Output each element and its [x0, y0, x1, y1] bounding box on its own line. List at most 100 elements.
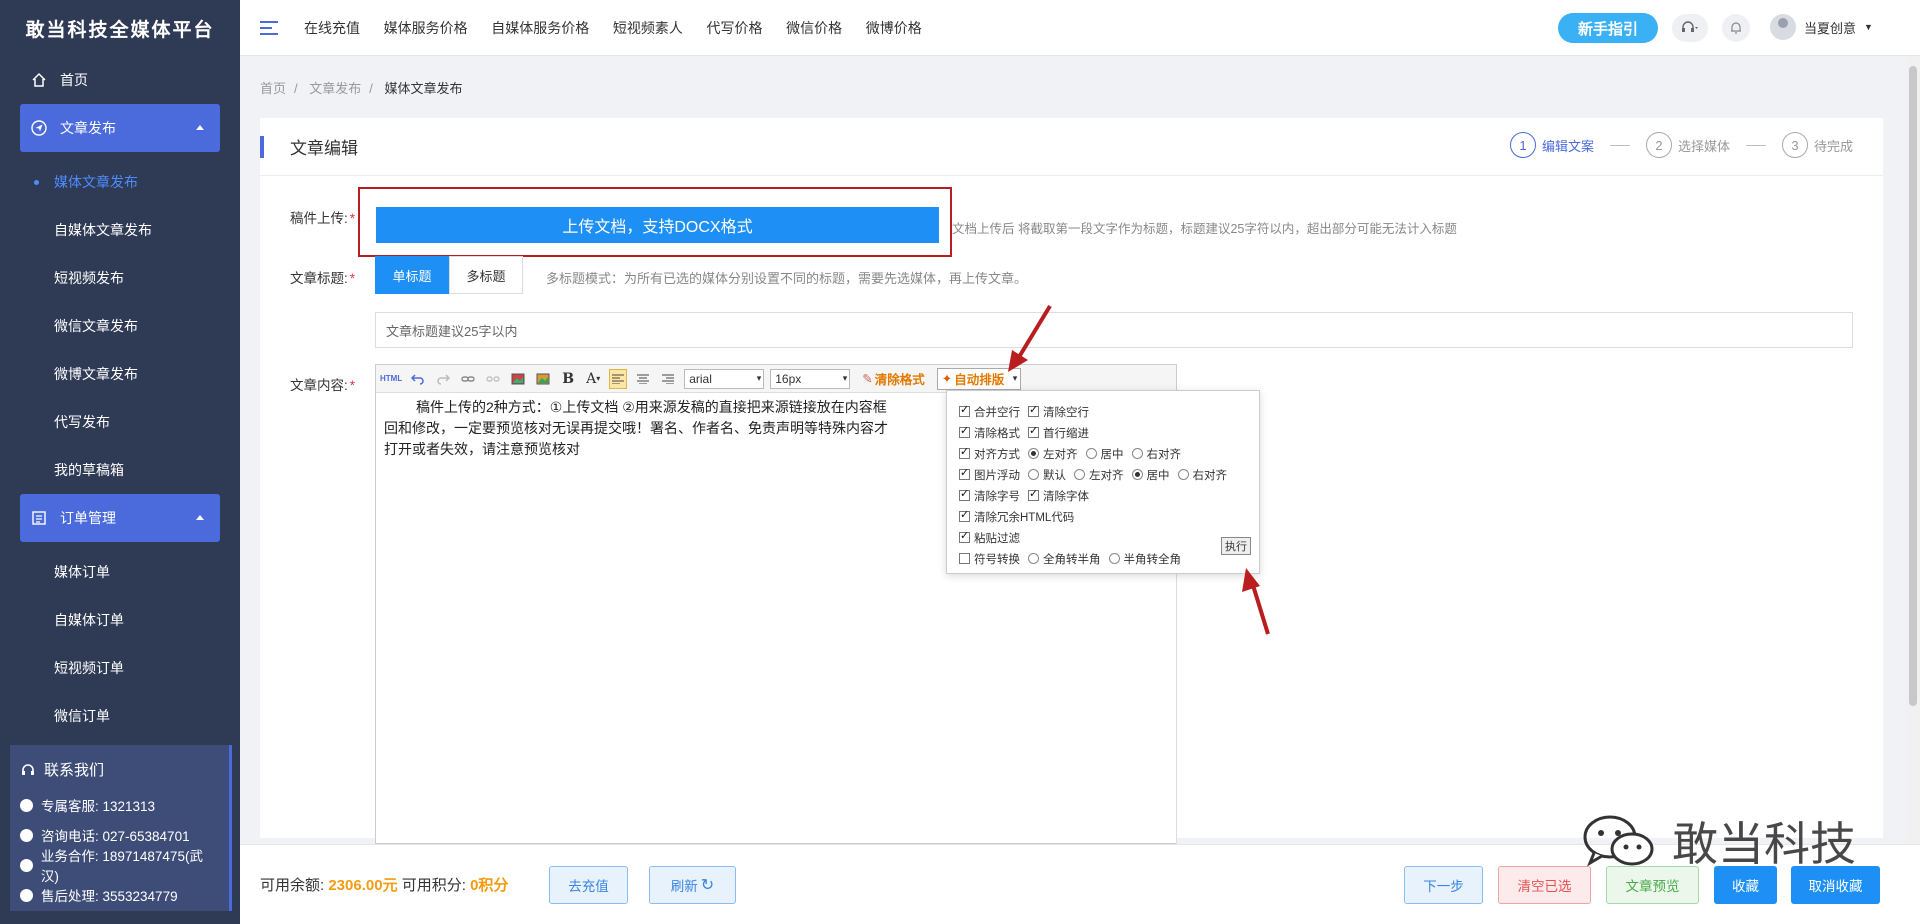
sidebar-item-label: 首页	[60, 72, 88, 88]
guide-button[interactable]: 新手指引	[1558, 13, 1658, 43]
symbol-convert-checkbox[interactable]	[959, 553, 970, 564]
nav-weibo-price[interactable]: 微博价格	[866, 20, 922, 36]
annotation-arrow-down	[1008, 304, 1052, 372]
clear-size-checkbox[interactable]	[959, 487, 970, 501]
sidebar-item-media-article[interactable]: 媒体文章发布	[0, 158, 240, 206]
align-right-radio[interactable]	[1131, 448, 1143, 459]
step-2: 2 选择媒体	[1645, 132, 1730, 158]
img-left-radio[interactable]	[1074, 469, 1085, 480]
sidebar-item-media-orders[interactable]: 媒体订单	[0, 548, 240, 596]
annotation-arrow-up	[1242, 568, 1270, 635]
magic-wand-icon: ✦	[941, 372, 953, 386]
sidebar-group-label: 订单管理	[60, 510, 116, 526]
align-right-icon[interactable]	[659, 369, 677, 389]
execute-button[interactable]: 执行	[1221, 537, 1251, 555]
title-mode-switch: 单标题 多标题	[375, 256, 523, 294]
points-amount: 0积分	[470, 877, 509, 894]
user-menu[interactable]: 当夏创意 ▼	[1770, 14, 1873, 40]
unlink-icon[interactable]	[484, 369, 502, 389]
nav-ghostwrite-price[interactable]: 代写价格	[707, 20, 763, 36]
contact-panel: 联系我们 专属客服: 1321313 咨询电话: 027-65384701 业务…	[10, 745, 232, 911]
upload-docx-button[interactable]: 上传文档，支持DOCX格式	[376, 207, 939, 243]
font-color-button[interactable]: A ▾	[584, 369, 602, 389]
wechat-logo-icon	[1582, 813, 1656, 869]
step-indicator: 1 编辑文案 2 选择媒体 3 待完成	[1509, 132, 1853, 158]
title-label: 文章标题: *	[290, 271, 356, 286]
clear-blank-checkbox[interactable]	[1028, 403, 1039, 417]
send-icon	[30, 119, 48, 137]
img-default-radio[interactable]	[1028, 469, 1039, 480]
title-input[interactable]: 文章标题建议25字以内	[375, 312, 1853, 348]
bold-button[interactable]: B	[559, 369, 577, 389]
sidebar-group-orders[interactable]: 订单管理	[20, 494, 220, 542]
page-scrollbar[interactable]	[1906, 56, 1920, 844]
breadcrumb-home[interactable]: 首页	[260, 81, 286, 96]
nav-short-video[interactable]: 短视频素人	[613, 20, 683, 36]
handshake-icon	[20, 858, 33, 872]
align-left-icon[interactable]	[609, 368, 628, 389]
support-icon[interactable]	[1672, 14, 1708, 42]
half-to-full-radio[interactable]	[1108, 553, 1120, 564]
clear-selected-button[interactable]: 清空已选	[1498, 866, 1591, 904]
sidebar-item-drafts[interactable]: 我的草稿箱	[0, 446, 240, 494]
chevron-down-icon: ▼	[1864, 22, 1873, 32]
nav-media-price[interactable]: 媒体服务价格	[384, 20, 468, 36]
sidebar: 敢当科技全媒体平台 首页 文章发布 媒体文章发布 自媒体文章发布 短视频发布 微…	[0, 0, 240, 924]
refresh-button[interactable]: 刷新 ↻	[649, 866, 736, 904]
card-header: 文章编辑 1 编辑文案 2 选择媒体 3 待完成	[260, 118, 1883, 176]
paste-filter-checkbox[interactable]	[959, 529, 970, 543]
eraser-icon: ✎	[862, 372, 873, 386]
undo-icon[interactable]	[409, 369, 427, 389]
sidebar-group-article[interactable]: 文章发布	[20, 104, 220, 152]
contact-row: 业务合作: 18971487475(武汉)	[20, 849, 219, 884]
nav-wechat-price[interactable]: 微信价格	[786, 20, 842, 36]
nav-self-media-price[interactable]: 自媒体服务价格	[491, 20, 589, 36]
sidebar-item-ghostwrite[interactable]: 代写发布	[0, 398, 240, 446]
order-list-icon	[30, 509, 48, 527]
img-right-radio[interactable]	[1177, 469, 1189, 480]
next-step-button[interactable]: 下一步	[1404, 866, 1483, 904]
sidebar-item-weibo-article[interactable]: 微博文章发布	[0, 350, 240, 398]
caret-up-icon	[196, 515, 204, 520]
home-icon	[30, 71, 48, 89]
sidebar-item-short-video-orders[interactable]: 短视频订单	[0, 644, 240, 692]
multi-image-icon[interactable]	[534, 369, 552, 389]
clear-font-checkbox[interactable]	[1028, 487, 1039, 501]
font-family-select[interactable]: arial	[684, 368, 765, 389]
redo-icon[interactable]	[434, 369, 452, 389]
sidebar-item-short-video[interactable]: 短视频发布	[0, 254, 240, 302]
img-float-checkbox[interactable]	[959, 466, 970, 480]
nav-recharge[interactable]: 在线充值	[304, 20, 360, 36]
multi-title-button[interactable]: 多标题	[449, 256, 523, 294]
align-center-icon[interactable]	[634, 369, 652, 389]
clear-html-checkbox[interactable]	[959, 508, 970, 522]
page-title: 文章编辑	[290, 139, 358, 158]
align-center-radio[interactable]	[1085, 448, 1097, 459]
breadcrumb-article[interactable]: 文章发布	[309, 81, 361, 96]
link-icon[interactable]	[459, 369, 477, 389]
merge-blank-checkbox[interactable]	[959, 403, 970, 417]
html-source-button[interactable]: HTML	[380, 369, 402, 389]
clear-format-button[interactable]: ✎ 清除格式	[862, 369, 925, 388]
bell-icon[interactable]	[1722, 14, 1750, 42]
align-left-radio[interactable]	[1028, 448, 1039, 459]
phone-icon	[20, 828, 33, 842]
recharge-button[interactable]: 去充值	[549, 866, 628, 904]
sidebar-item-wechat-orders[interactable]: 微信订单	[0, 692, 240, 740]
sidebar-item-home[interactable]: 首页	[0, 56, 240, 104]
menu-toggle-icon[interactable]	[260, 20, 278, 35]
single-title-button[interactable]: 单标题	[375, 256, 449, 294]
full-to-half-radio[interactable]	[1028, 553, 1039, 564]
sidebar-item-wechat-article[interactable]: 微信文章发布	[0, 302, 240, 350]
sidebar-item-self-media-orders[interactable]: 自媒体订单	[0, 596, 240, 644]
image-icon[interactable]	[509, 369, 527, 389]
align-mode-checkbox[interactable]	[959, 445, 970, 459]
service-icon	[20, 888, 33, 902]
indent-checkbox[interactable]	[1028, 424, 1039, 438]
clear-style-checkbox[interactable]	[959, 424, 970, 438]
top-header: 在线充值 媒体服务价格 自媒体服务价格 短视频素人 代写价格 微信价格 微博价格…	[240, 0, 1920, 56]
font-size-select[interactable]: 16px	[770, 368, 851, 389]
upload-label: 稿件上传: *	[290, 211, 356, 226]
sidebar-item-self-media-article[interactable]: 自媒体文章发布	[0, 206, 240, 254]
img-center-radio[interactable]	[1131, 469, 1143, 480]
